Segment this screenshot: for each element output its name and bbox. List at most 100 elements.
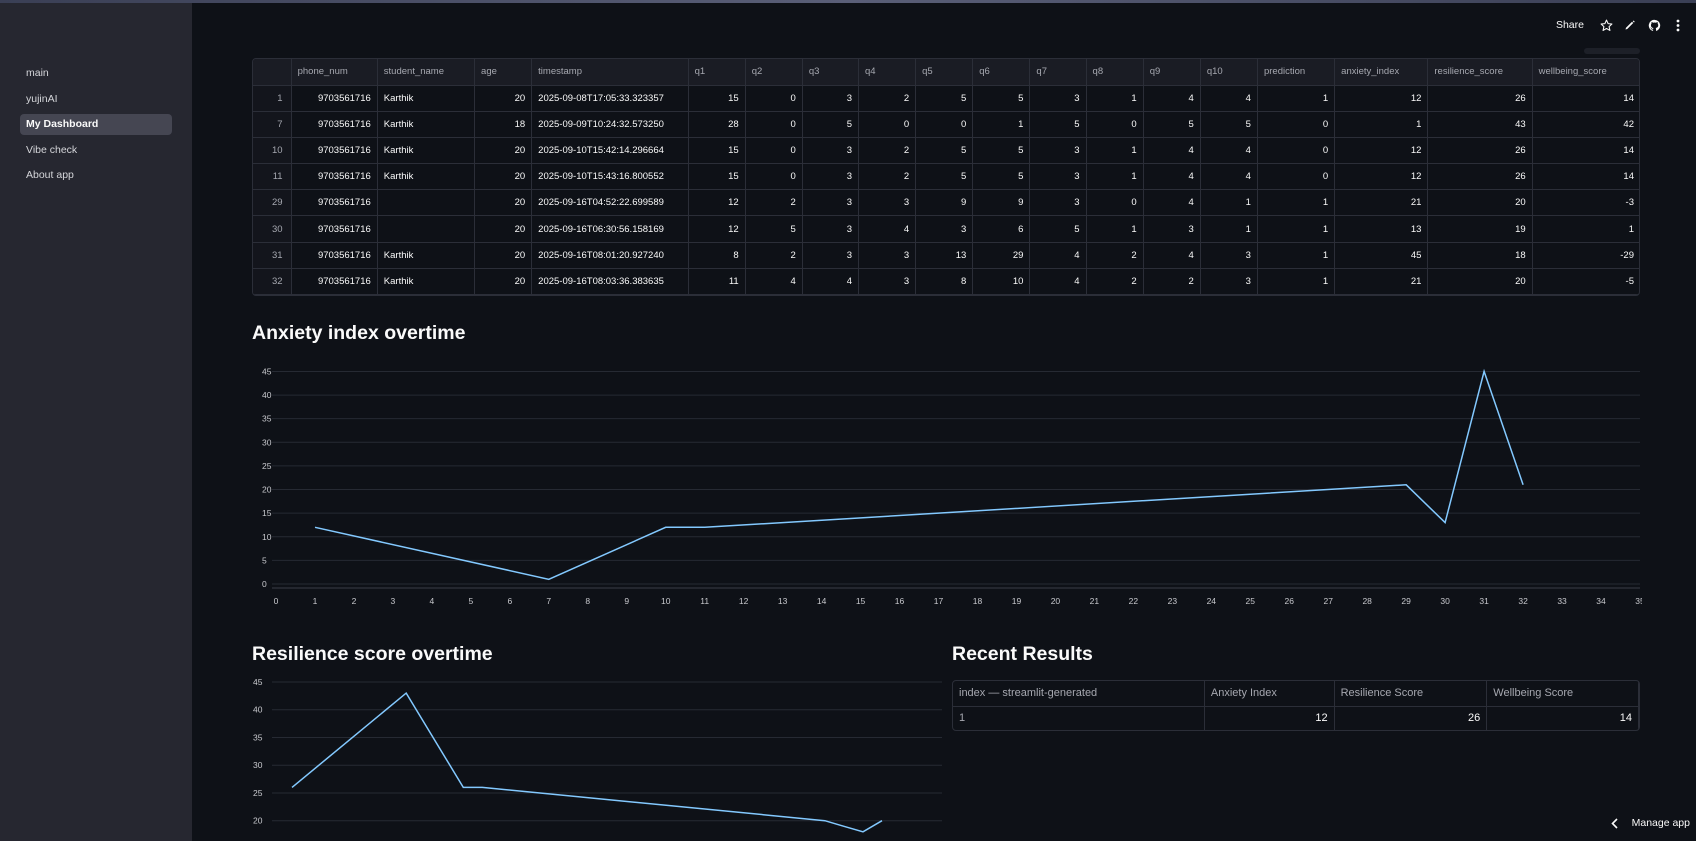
dataframe-cell[interactable]: 15 [688, 137, 746, 165]
dataframe-cell[interactable]: 0 [1257, 137, 1336, 165]
dataframe-cell[interactable]: 4 [1200, 137, 1258, 165]
dataframe-cell[interactable]: 12 [1334, 85, 1429, 112]
dataframe-cell[interactable]: -5 [1532, 268, 1639, 295]
edit-icon[interactable] [1618, 17, 1642, 33]
recent-col-resilience[interactable]: Resilience Score [1334, 681, 1488, 707]
dataframe-cell[interactable]: 0 [745, 111, 803, 138]
dataframe-cell[interactable]: 1 [1200, 215, 1258, 243]
dataframe-cell[interactable]: 2025-09-16T04:52:22.699589 [531, 189, 689, 217]
dataframe-cell[interactable]: 5 [1029, 215, 1087, 243]
dataframe-col-q7[interactable]: q7 [1029, 59, 1087, 86]
dataframe-cell[interactable] [377, 215, 476, 243]
dataframe-index-cell[interactable]: 29 [253, 189, 292, 217]
dataframe-cell[interactable]: 2 [1086, 242, 1144, 269]
dataframe-cell[interactable] [377, 189, 476, 217]
dataframe-cell[interactable]: 20 [474, 163, 533, 191]
dataframe-cell[interactable]: 2025-09-16T06:30:56.158169 [531, 215, 689, 243]
dataframe-cell[interactable]: 2025-09-08T17:05:33.323357 [531, 85, 689, 112]
dataframe-cell[interactable]: 5 [1029, 111, 1087, 138]
dataframe-cell[interactable]: 0 [915, 111, 974, 138]
dataframe-cell[interactable]: 1 [1334, 111, 1429, 138]
dataframe-cell[interactable]: 5 [915, 85, 974, 112]
dataframe-cell[interactable]: Karthik [377, 85, 476, 112]
dataframe-cell[interactable]: 29 [972, 242, 1031, 269]
dataframe-cell[interactable]: 4 [1143, 137, 1201, 165]
dataframe-cell[interactable]: 3 [1029, 137, 1087, 165]
dataframe-cell[interactable]: 12 [1334, 163, 1429, 191]
dataframe-cell[interactable]: 42 [1532, 111, 1639, 138]
dataframe-cell[interactable]: 13 [915, 242, 974, 269]
dataframe-cell[interactable]: 5 [972, 163, 1031, 191]
dataframe-cell[interactable]: 26 [1427, 137, 1533, 165]
dataframe-cell[interactable]: 1 [1257, 268, 1336, 295]
dataframe-index-cell[interactable]: 32 [253, 268, 292, 295]
sidebar-item-yujinai[interactable]: yujinAI [20, 89, 172, 110]
dataframe-cell[interactable]: 4 [1143, 85, 1201, 112]
dataframe-cell[interactable]: 26 [1427, 163, 1533, 191]
dataframe-cell[interactable]: 3 [802, 189, 859, 217]
dataframe-cell[interactable]: 2 [1143, 268, 1201, 295]
dataframe-col-q9[interactable]: q9 [1143, 59, 1201, 86]
dataframe-cell[interactable]: 3 [1200, 268, 1258, 295]
dataframe-cell[interactable]: 0 [1086, 111, 1144, 138]
github-icon[interactable] [1642, 17, 1666, 33]
dataframe-cell[interactable]: 18 [474, 111, 533, 138]
dataframe-cell[interactable]: 4 [1143, 189, 1201, 217]
dataframe-cell[interactable]: 1 [1257, 215, 1336, 243]
dataframe-cell[interactable]: 3 [1143, 215, 1201, 243]
dataframe-cell[interactable]: 3 [1029, 163, 1087, 191]
dataframe-cell[interactable]: 1 [972, 111, 1031, 138]
share-button[interactable]: Share [1556, 19, 1584, 31]
dataframe-cell[interactable]: 20 [474, 137, 533, 165]
dataframe-cell[interactable]: 2 [745, 189, 803, 217]
dataframe-cell[interactable]: 21 [1334, 268, 1429, 295]
dataframe-cell[interactable]: 14 [1532, 85, 1639, 112]
dataframe-col-q10[interactable]: q10 [1200, 59, 1258, 86]
dataframe-col-student-name[interactable]: student_name [377, 59, 476, 86]
dataframe-cell[interactable]: 2 [858, 163, 917, 191]
dataframe-cell[interactable]: 26 [1427, 85, 1533, 112]
dataframe-cell[interactable]: 14 [1532, 163, 1639, 191]
dataframe-cell[interactable]: 4 [802, 268, 859, 295]
dataframe-col-q8[interactable]: q8 [1086, 59, 1144, 86]
dataframe-cell[interactable]: 4 [745, 268, 803, 295]
dataframe-col-prediction[interactable]: prediction [1257, 59, 1336, 86]
dataframe-cell[interactable]: 1 [1086, 137, 1144, 165]
sidebar-item-about-app[interactable]: About app [20, 165, 172, 186]
dataframe-cell[interactable]: 0 [745, 137, 803, 165]
dataframe-cell[interactable]: 9703561716 [291, 242, 378, 269]
dataframe-cell[interactable]: 1 [1532, 215, 1639, 243]
dataframe-cell[interactable]: 15 [688, 85, 746, 112]
dataframe-cell[interactable]: 3 [1200, 242, 1258, 269]
dataframe-cell[interactable]: 2 [858, 137, 917, 165]
dataframe-cell[interactable]: 20 [474, 189, 533, 217]
dataframe-cell[interactable]: 2025-09-09T10:24:32.573250 [531, 111, 689, 138]
dataframe-col-q2[interactable]: q2 [745, 59, 803, 86]
dataframe-cell[interactable]: 1 [1200, 189, 1258, 217]
dataframe-cell[interactable]: 45 [1334, 242, 1429, 269]
sidebar-item-vibe-check[interactable]: Vibe check [20, 140, 172, 161]
dataframe-cell[interactable]: 5 [1200, 111, 1258, 138]
dataframe-cell[interactable]: 5 [1143, 111, 1201, 138]
dataframe-cell[interactable]: 1 [1086, 85, 1144, 112]
dataframe-cell[interactable]: Karthik [377, 268, 476, 295]
dataframe-cell[interactable]: 1 [1257, 189, 1336, 217]
dataframe[interactable]: phone_num student_name age timestamp q1 q2 q3 q… [252, 58, 1640, 296]
dataframe-cell[interactable]: 2025-09-16T08:01:20.927240 [531, 242, 689, 269]
dataframe-cell[interactable]: 2 [858, 85, 917, 112]
dataframe-index-cell[interactable]: 11 [253, 163, 292, 191]
dataframe-cell[interactable]: 2025-09-16T08:03:36.383635 [531, 268, 689, 295]
recent-col-anxiety[interactable]: Anxiety Index [1204, 681, 1335, 707]
dataframe-cell[interactable]: 3 [858, 268, 917, 295]
dataframe-cell[interactable]: 4 [1200, 85, 1258, 112]
dataframe-col-q5[interactable]: q5 [915, 59, 974, 86]
dataframe-cell[interactable]: 18 [1427, 242, 1533, 269]
dataframe-cell[interactable]: 1 [1086, 163, 1144, 191]
dataframe-cell[interactable]: 0 [1086, 189, 1144, 217]
dataframe-index-cell[interactable]: 10 [253, 137, 292, 165]
dataframe-cell[interactable]: 20 [1427, 189, 1533, 217]
dataframe-cell[interactable]: 3 [802, 215, 859, 243]
dataframe-index-cell[interactable]: 7 [253, 111, 292, 138]
dataframe-cell[interactable]: 5 [915, 137, 974, 165]
dataframe-cell[interactable]: 20 [474, 268, 533, 295]
